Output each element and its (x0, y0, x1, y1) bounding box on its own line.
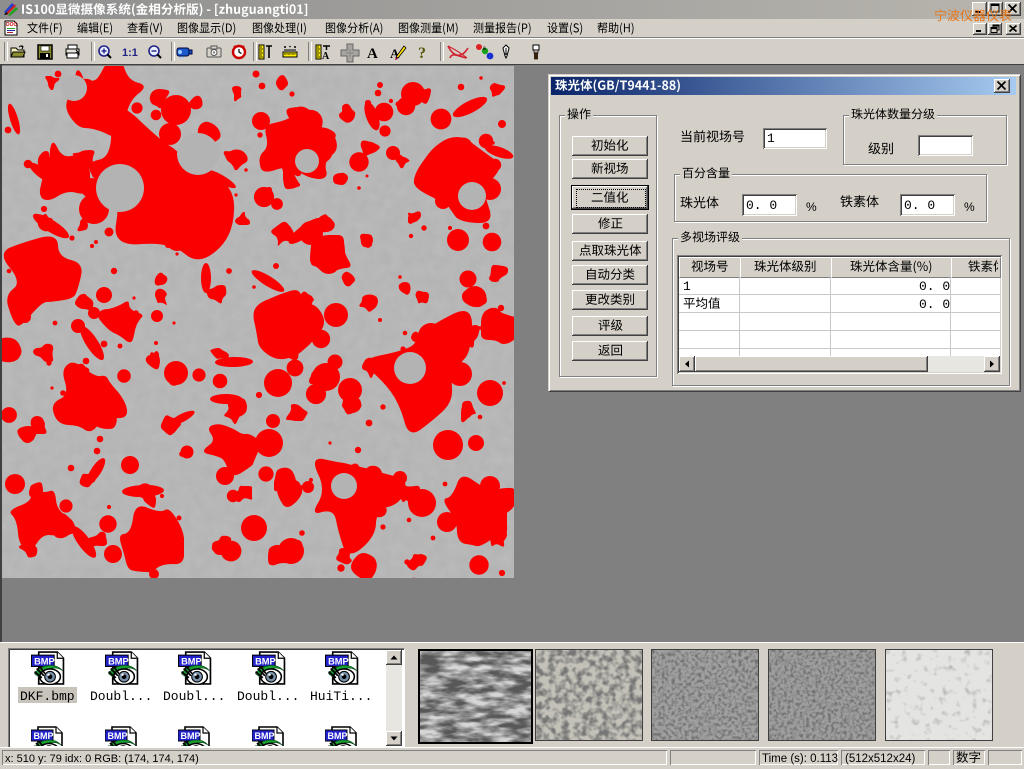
svg-text:1:1: 1:1 (122, 47, 138, 59)
svg-text:A: A (367, 46, 378, 60)
svg-text:?: ? (418, 45, 426, 60)
svg-text:DOC: DOC (6, 22, 18, 28)
svg-text:A: A (322, 51, 330, 60)
